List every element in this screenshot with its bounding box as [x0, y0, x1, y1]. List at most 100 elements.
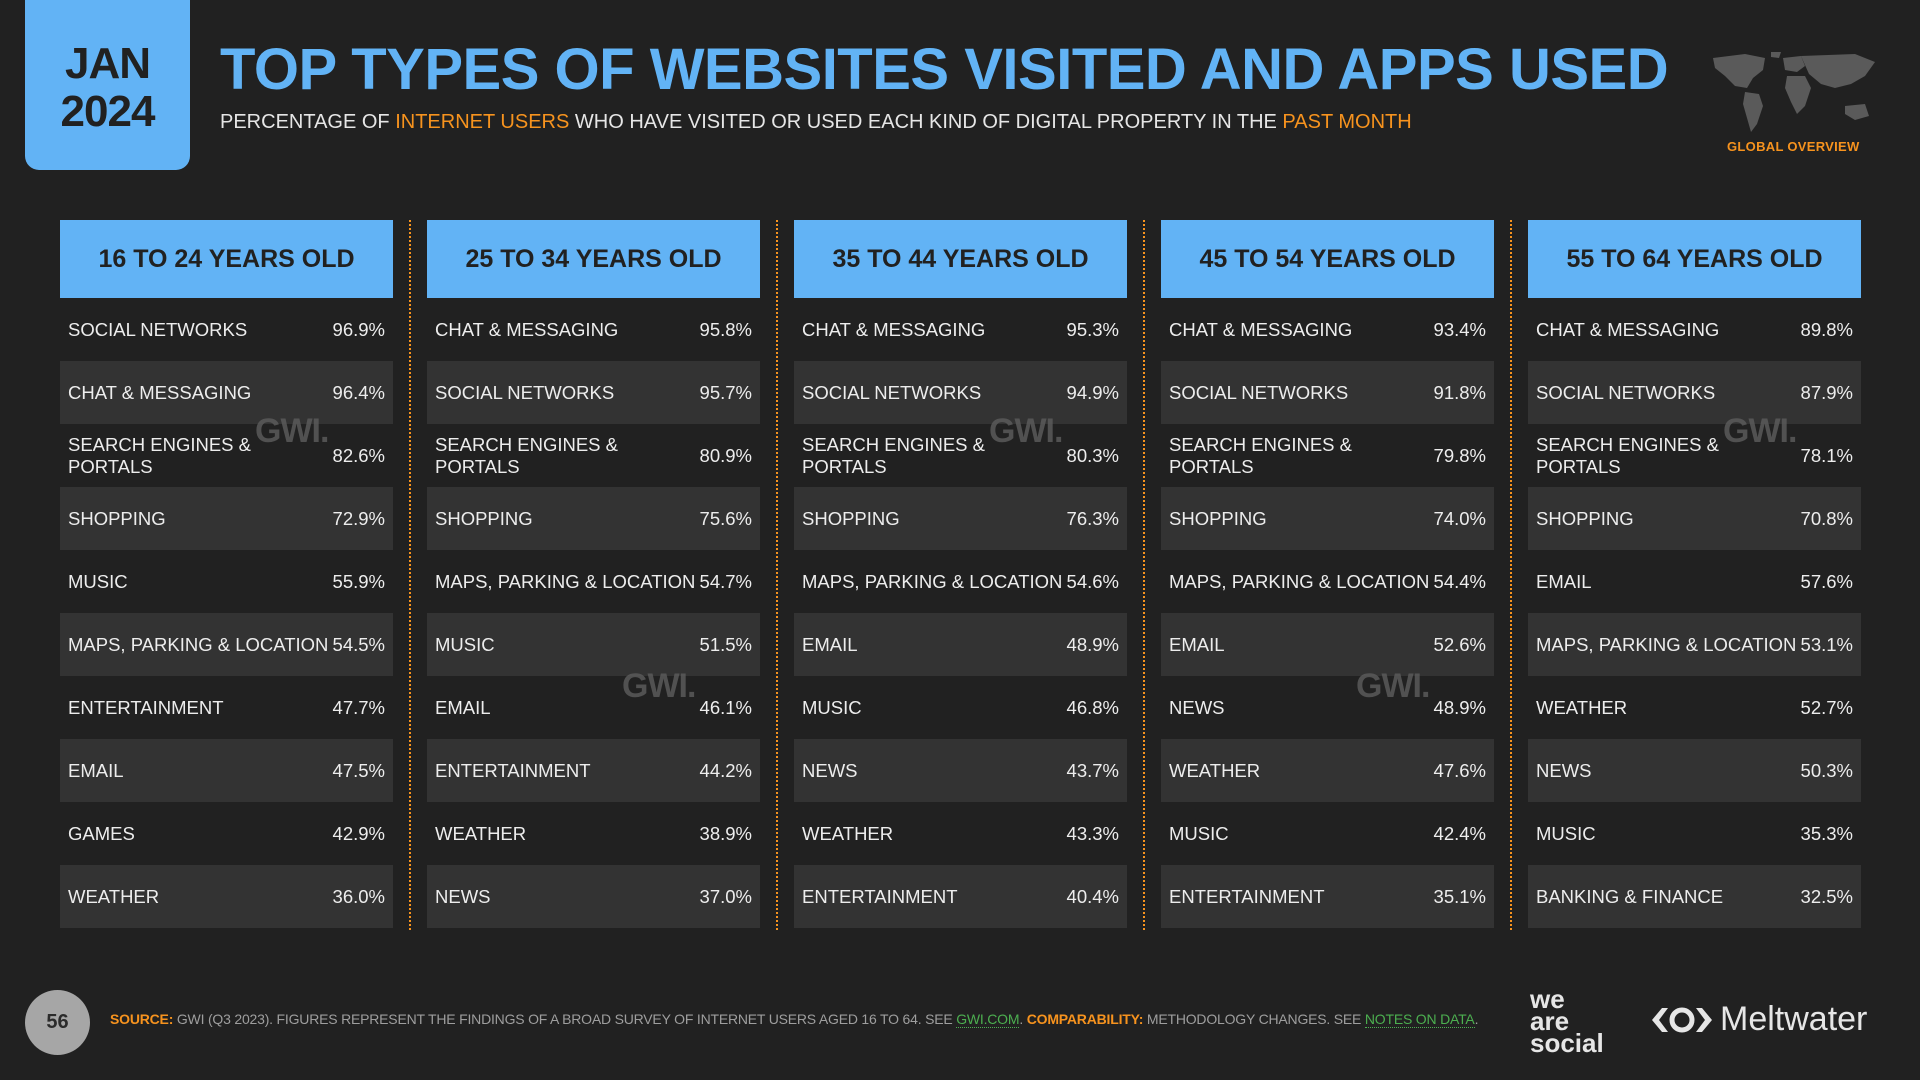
table-row: SHOPPING 72.9%: [60, 487, 393, 550]
row-label: SOCIAL NETWORKS: [1536, 381, 1716, 403]
row-value: 54.6%: [1066, 570, 1119, 592]
source-footer: SOURCE: GWI (Q3 2023). FIGURES REPRESENT…: [110, 1011, 1479, 1028]
column-header: 35 TO 44 YEARS OLD: [794, 220, 1127, 298]
logo-line: social: [1530, 1028, 1604, 1058]
column-divider: [409, 220, 411, 930]
row-value: 95.8%: [699, 318, 752, 340]
notes-on-data-link[interactable]: NOTES ON DATA: [1364, 1011, 1475, 1028]
row-label: SEARCH ENGINES & PORTALS: [1169, 433, 1352, 477]
row-value: 47.7%: [332, 696, 385, 718]
page-subtitle: PERCENTAGE OF INTERNET USERS WHO HAVE VI…: [220, 111, 1412, 134]
row-value: 53.1%: [1800, 633, 1853, 655]
row-value: 36.0%: [332, 885, 385, 907]
column-divider: [1143, 220, 1145, 930]
date-tab: JAN 2024: [25, 0, 190, 170]
row-label: MAPS, PARKING & LOCATION: [1536, 633, 1797, 655]
row-value: 89.8%: [1800, 318, 1853, 340]
row-value: 52.7%: [1800, 696, 1853, 718]
row-label: CHAT & MESSAGING: [1169, 318, 1353, 340]
row-value: 82.6%: [332, 444, 385, 466]
table-row: SEARCH ENGINES & PORTALS 78.1%: [1528, 424, 1861, 487]
subtitle-highlight: INTERNET USERS: [395, 111, 570, 133]
row-value: 80.3%: [1066, 444, 1119, 466]
row-label: MUSIC: [68, 570, 128, 592]
age-group-column: 55 TO 64 YEARS OLD CHAT & MESSAGING 89.8% S…: [1528, 220, 1861, 928]
row-label: EMAIL: [68, 759, 124, 781]
row-label: CHAT & MESSAGING: [435, 318, 619, 340]
age-group-column: 35 TO 44 YEARS OLD CHAT & MESSAGING 95.3% S…: [794, 220, 1127, 928]
row-value: 43.7%: [1066, 759, 1119, 781]
gwi-watermark: GWI.: [622, 667, 696, 705]
date-month: JAN: [64, 39, 151, 88]
table-row: MUSIC 46.8%: [794, 676, 1127, 739]
row-value: 37.0%: [699, 885, 752, 907]
table-row: GAMES 42.9%: [60, 802, 393, 865]
meltwater-eye-icon: [1652, 1007, 1712, 1032]
table-row: MUSIC 42.4%: [1161, 802, 1494, 865]
column-header: 55 TO 64 YEARS OLD: [1528, 220, 1861, 298]
gwi-link[interactable]: GWI.COM: [956, 1011, 1020, 1028]
table-row: NEWS 37.0%: [427, 865, 760, 928]
source-text: GWI (Q3 2023). FIGURES REPRESENT THE FIN…: [173, 1011, 957, 1027]
table-row: WEATHER 38.9%: [427, 802, 760, 865]
row-label: SOCIAL NETWORKS: [802, 381, 982, 403]
footer-sep: .: [1019, 1011, 1027, 1027]
row-label: BANKING & FINANCE: [1536, 885, 1724, 907]
row-label: SOCIAL NETWORKS: [435, 381, 615, 403]
table-row: NEWS 43.7%: [794, 739, 1127, 802]
meltwater-logo: Meltwater: [1650, 1000, 1867, 1039]
row-value: 46.1%: [699, 696, 752, 718]
row-value: 54.7%: [699, 570, 752, 592]
row-value: 96.9%: [332, 318, 385, 340]
row-value: 96.4%: [332, 381, 385, 403]
footer-end: .: [1474, 1011, 1479, 1027]
table-row: WEATHER 47.6%: [1161, 739, 1494, 802]
row-value: 94.9%: [1066, 381, 1119, 403]
table-row: CHAT & MESSAGING 95.3%: [794, 298, 1127, 361]
row-label: SEARCH ENGINES & PORTALS: [435, 433, 618, 477]
row-value: 75.6%: [699, 507, 752, 529]
row-label: SHOPPING: [802, 507, 900, 529]
row-label: SHOPPING: [1536, 507, 1634, 529]
table-row: SEARCH ENGINES & PORTALS 80.3%: [794, 424, 1127, 487]
table-row: SOCIAL NETWORKS 95.7%: [427, 361, 760, 424]
table-row: SOCIAL NETWORKS 96.9%: [60, 298, 393, 361]
row-label: SOCIAL NETWORKS: [68, 318, 248, 340]
row-label: MUSIC: [1536, 822, 1596, 844]
table-row: SEARCH ENGINES & PORTALS 80.9%: [427, 424, 760, 487]
table-row: MAPS, PARKING & LOCATION 53.1%: [1528, 613, 1861, 676]
row-value: 72.9%: [332, 507, 385, 529]
table-row: CHAT & MESSAGING 95.8%: [427, 298, 760, 361]
column-divider: [1510, 220, 1512, 930]
date-year: 2024: [60, 87, 156, 136]
row-value: 74.0%: [1433, 507, 1486, 529]
row-label: WEATHER: [68, 885, 160, 907]
row-label: ENTERTAINMENT: [1169, 885, 1325, 907]
row-label: EMAIL: [1169, 633, 1225, 655]
gwi-watermark: GWI.: [989, 412, 1063, 450]
table-row: NEWS 50.3%: [1528, 739, 1861, 802]
row-label: NEWS: [1169, 696, 1225, 718]
row-value: 47.5%: [332, 759, 385, 781]
row-label: CHAT & MESSAGING: [68, 381, 252, 403]
table-row: SOCIAL NETWORKS 87.9%: [1528, 361, 1861, 424]
table-row: MAPS, PARKING & LOCATION 54.5%: [60, 613, 393, 676]
table-row: SEARCH ENGINES & PORTALS 82.6%: [60, 424, 393, 487]
table-row: MAPS, PARKING & LOCATION 54.6%: [794, 550, 1127, 613]
row-label: CHAT & MESSAGING: [1536, 318, 1720, 340]
row-value: 48.9%: [1066, 633, 1119, 655]
table-row: CHAT & MESSAGING 93.4%: [1161, 298, 1494, 361]
row-label: SHOPPING: [1169, 507, 1267, 529]
age-group-column: 16 TO 24 YEARS OLD SOCIAL NETWORKS 96.9% CH…: [60, 220, 393, 928]
table-row: WEATHER 43.3%: [794, 802, 1127, 865]
comparability-text: METHODOLOGY CHANGES. SEE: [1143, 1011, 1365, 1027]
comparability-label: COMPARABILITY:: [1026, 1011, 1144, 1027]
row-value: 50.3%: [1800, 759, 1853, 781]
table-row: EMAIL 48.9%: [794, 613, 1127, 676]
row-label: CHAT & MESSAGING: [802, 318, 986, 340]
table-row: MUSIC 51.5%: [427, 613, 760, 676]
row-value: 35.3%: [1800, 822, 1853, 844]
column-header: 45 TO 54 YEARS OLD: [1161, 220, 1494, 298]
row-value: 87.9%: [1800, 381, 1853, 403]
table-row: ENTERTAINMENT 40.4%: [794, 865, 1127, 928]
